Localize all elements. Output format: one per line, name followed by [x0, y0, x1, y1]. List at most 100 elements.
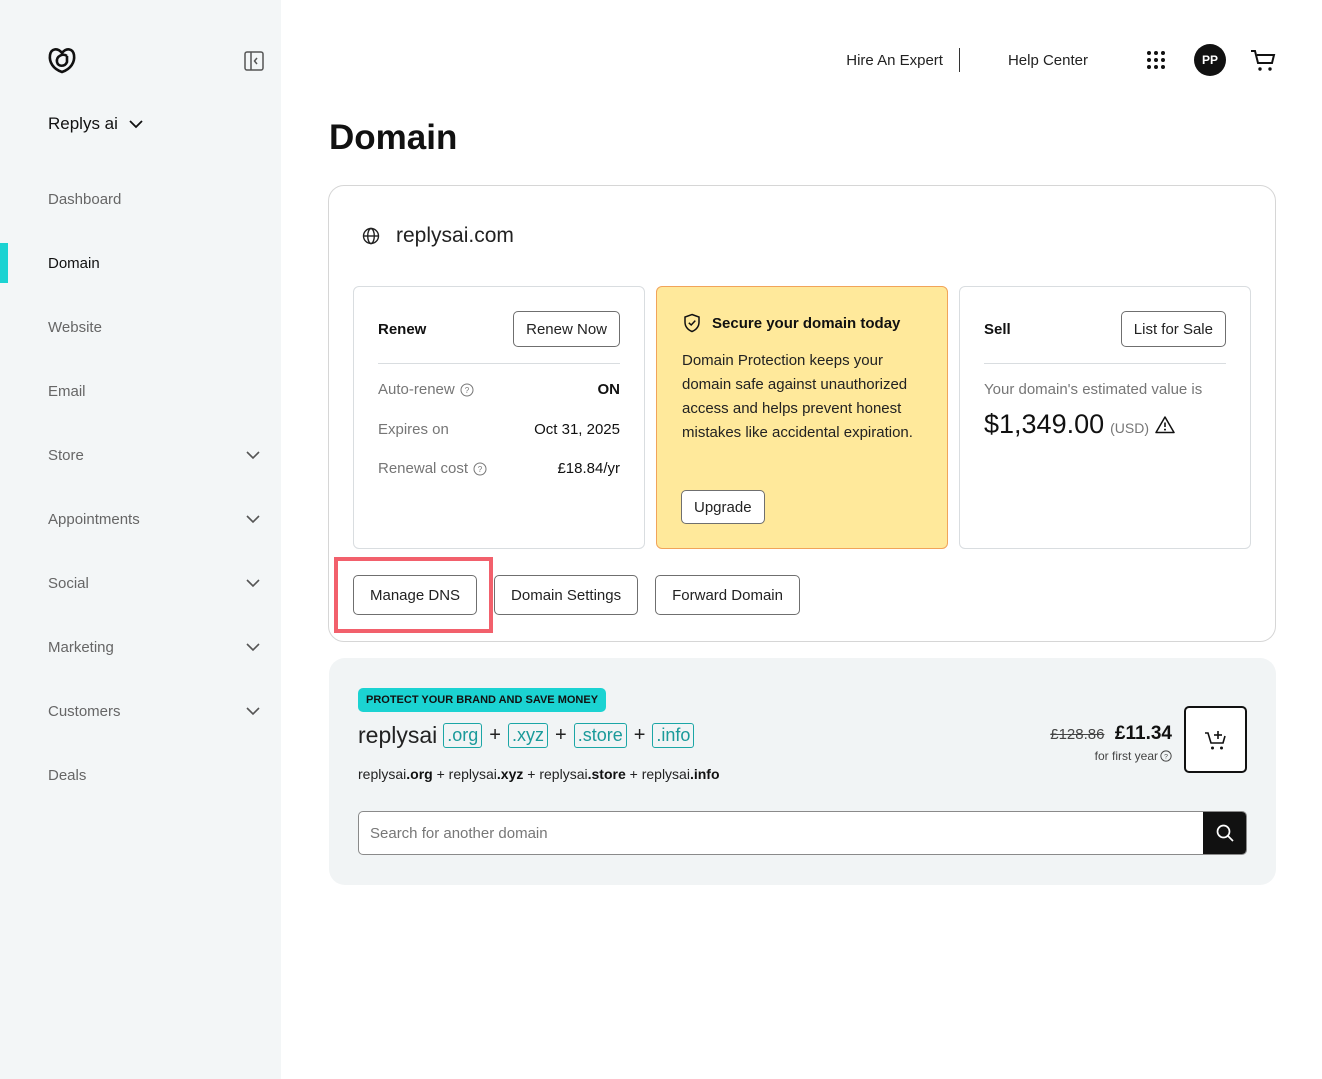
warning-icon[interactable] [1155, 415, 1175, 435]
sidebar: Replys ai Dashboard Domain Website Email… [0, 0, 281, 1079]
collapse-sidebar-icon[interactable] [244, 51, 264, 71]
bundle-domain-tld: .store [587, 766, 626, 782]
hire-expert-link[interactable]: Hire An Expert [846, 52, 943, 69]
help-icon[interactable]: ? [473, 462, 487, 476]
forward-domain-button[interactable]: Forward Domain [655, 575, 800, 615]
search-button[interactable] [1203, 812, 1246, 854]
sidebar-item-dashboard[interactable]: Dashboard [0, 179, 281, 219]
bundle-price: £128.86 £11.34 for first year ? [1050, 723, 1172, 763]
chevron-down-icon[interactable] [245, 639, 261, 655]
renew-card: Renew Renew Now Auto-renew ? ON Expires … [353, 286, 645, 549]
renew-now-button[interactable]: Renew Now [513, 311, 620, 347]
domain-header: replysai.com [362, 224, 514, 248]
chevron-down-icon[interactable] [245, 447, 261, 463]
sidebar-item-label: Email [48, 382, 86, 400]
sidebar-item-website[interactable]: Website [0, 307, 281, 347]
sidebar-item-deals[interactable]: Deals [0, 755, 281, 795]
estimated-value: $1,349.00 (USD) [984, 409, 1175, 440]
sidebar-item-label: Deals [48, 766, 87, 784]
sidebar-item-label: Website [48, 318, 102, 336]
list-for-sale-button[interactable]: List for Sale [1120, 311, 1226, 347]
bundle-domain-base: replysai [641, 766, 690, 782]
account-switcher[interactable]: Replys ai [48, 114, 144, 134]
domain-card: replysai.com Renew Renew Now Auto-renew … [328, 185, 1276, 642]
sidebar-item-marketing[interactable]: Marketing [0, 627, 281, 667]
expires-row: Expires on Oct 31, 2025 [378, 421, 620, 438]
sidebar-item-appointments[interactable]: Appointments [0, 499, 281, 539]
top-bar: Hire An Expert Help Center PP [846, 42, 1276, 78]
svg-text:?: ? [478, 465, 483, 474]
sidebar-item-email[interactable]: Email [0, 371, 281, 411]
estimated-value-currency: (USD) [1110, 420, 1150, 436]
svg-text:?: ? [1164, 754, 1168, 761]
estimated-value-label: Your domain's estimated value is [984, 381, 1203, 398]
chevron-down-icon[interactable] [245, 511, 261, 527]
page-title: Domain [329, 118, 458, 157]
tld-chip: .store [573, 723, 627, 748]
plus-sign: + [555, 724, 567, 746]
tld-chip: .org [443, 723, 483, 748]
auto-renew-label: Auto-renew [378, 381, 455, 398]
apps-grid-icon[interactable] [1146, 50, 1166, 70]
renewal-cost-label: Renewal cost [378, 460, 469, 477]
help-icon[interactable]: ? [460, 383, 474, 397]
bundle-domain-base: replysai [539, 766, 588, 782]
sell-card: Sell List for Sale Your domain's estimat… [959, 286, 1251, 549]
renew-label: Renew [378, 320, 427, 338]
sidebar-item-customers[interactable]: Customers [0, 691, 281, 731]
plus-sign: + [489, 724, 501, 746]
plus-sign: + [436, 766, 445, 782]
auto-renew-row: Auto-renew ? ON [378, 381, 620, 398]
plus-sign: + [527, 766, 536, 782]
price-note: for first year [1094, 749, 1158, 763]
bundle-domain-tld: .info [689, 766, 720, 782]
upgrade-button[interactable]: Upgrade [681, 490, 765, 524]
bundle-base: replysai [358, 722, 438, 748]
search-icon [1216, 824, 1234, 842]
avatar[interactable]: PP [1194, 44, 1226, 76]
bundle-domain-base: replysai [448, 766, 497, 782]
avatar-initials: PP [1201, 53, 1218, 67]
sidebar-item-label: Appointments [48, 510, 140, 528]
sidebar-item-label: Store [48, 446, 84, 464]
chevron-down-icon[interactable] [245, 703, 261, 719]
globe-icon [362, 227, 380, 245]
tld-chip: .xyz [507, 723, 548, 748]
sale-price: £11.34 [1114, 723, 1172, 744]
sidebar-item-store[interactable]: Store [0, 435, 281, 475]
manage-dns-button[interactable]: Manage DNS [353, 575, 478, 615]
godaddy-logo-icon[interactable] [47, 45, 77, 75]
sidebar-item-social[interactable]: Social [0, 563, 281, 603]
chevron-down-icon [129, 120, 143, 129]
cart-add-icon [1204, 730, 1226, 749]
domain-name: replysai.com [396, 224, 514, 247]
plus-sign: + [629, 766, 638, 782]
sidebar-item-domain[interactable]: Domain [0, 243, 281, 283]
chevron-down-icon[interactable] [245, 575, 261, 591]
help-icon[interactable]: ? [1160, 750, 1172, 762]
domain-settings-button[interactable]: Domain Settings [494, 575, 639, 615]
shield-check-icon [684, 313, 700, 333]
domain-protection-card: Secure your domain today Domain Protecti… [656, 286, 948, 549]
bundle-promo: PROTECT YOUR BRAND AND SAVE MONEY replys… [329, 658, 1276, 885]
help-center-link[interactable]: Help Center [1008, 52, 1088, 69]
expires-value: Oct 31, 2025 [534, 421, 620, 438]
domain-search-input[interactable] [359, 812, 1203, 854]
cart-icon[interactable] [1250, 48, 1276, 72]
divider [378, 363, 620, 364]
tld-chip: .info [652, 723, 695, 748]
account-name: Replys ai [48, 114, 118, 133]
add-to-cart-button[interactable] [1184, 706, 1247, 773]
estimated-value-amount: $1,349.00 [984, 409, 1105, 439]
bundle-domain-tld: .org [406, 766, 433, 782]
svg-text:?: ? [464, 386, 469, 395]
renewal-cost-value: £18.84/yr [557, 460, 620, 477]
auto-renew-value: ON [597, 381, 621, 398]
expires-label: Expires on [378, 421, 449, 438]
domain-search [358, 811, 1247, 855]
divider [958, 48, 960, 72]
sidebar-item-label: Customers [48, 702, 121, 720]
sidebar-item-label: Social [48, 574, 89, 592]
original-price: £128.86 [1050, 726, 1105, 743]
bundle-domain-base: replysai [358, 766, 407, 782]
